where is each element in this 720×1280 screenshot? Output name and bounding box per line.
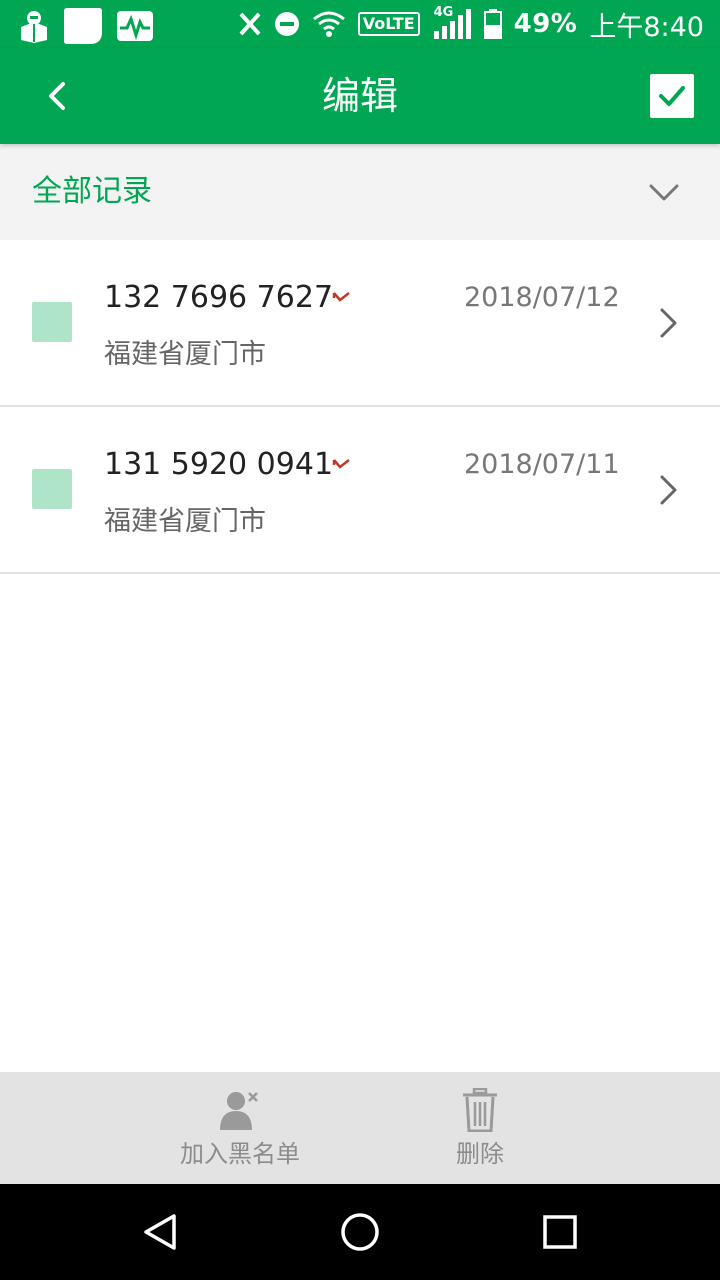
clock: 上午8:40	[589, 11, 704, 43]
delete-button[interactable]: 删除	[390, 1088, 570, 1178]
confirm-button[interactable]	[650, 74, 694, 118]
activity-monitor-icon	[117, 11, 153, 41]
missed-call-icon	[332, 292, 350, 302]
missed-call-icon	[332, 459, 350, 469]
back-arrow-icon	[49, 82, 65, 110]
phone-number: 131 5920 0941	[104, 447, 334, 482]
chevron-down-icon[interactable]	[648, 178, 680, 206]
record-filter[interactable]: 全部记录	[0, 144, 720, 240]
select-checkbox[interactable]	[32, 469, 72, 509]
blank-app-icon	[64, 8, 102, 44]
app-bar: 编辑	[0, 48, 720, 144]
status-left-icons	[18, 8, 154, 44]
list-item[interactable]: 132 7696 7627 福建省厦门市 2018/07/12	[0, 240, 720, 407]
call-date: 2018/07/12	[464, 282, 620, 313]
do-not-disturb-icon	[274, 12, 299, 36]
notification-app-icon	[21, 11, 47, 43]
nav-home-icon[interactable]	[336, 1208, 384, 1256]
list-item[interactable]: 131 5920 0941 福建省厦门市 2018/07/11	[0, 407, 720, 574]
trash-icon	[463, 1088, 497, 1132]
battery-icon	[483, 9, 502, 39]
call-record-list: 132 7696 7627 福建省厦门市 2018/07/12 131 5920…	[0, 240, 720, 574]
block-user-icon	[220, 1092, 258, 1130]
wifi-icon	[312, 11, 345, 37]
status-right-icons: VoLTE 4G 49% 上午8:40	[238, 5, 704, 43]
nav-back-icon[interactable]	[136, 1208, 184, 1256]
nav-recents-icon[interactable]	[536, 1208, 584, 1256]
signal-4g-icon: 4G	[432, 5, 472, 39]
back-button[interactable]	[36, 72, 84, 120]
bottom-action-bar: 加入黑名单 删除	[0, 1072, 720, 1184]
x-icon	[239, 12, 261, 36]
phone-location: 福建省厦门市	[104, 339, 266, 370]
phone-number: 132 7696 7627	[104, 280, 334, 315]
call-date: 2018/07/11	[464, 449, 620, 480]
status-bar: VoLTE 4G 49% 上午8:40	[0, 0, 720, 48]
battery-percent: 49%	[513, 9, 578, 39]
select-checkbox[interactable]	[32, 302, 72, 342]
add-to-blacklist-button[interactable]: 加入黑名单	[150, 1088, 330, 1178]
delete-label: 删除	[456, 1140, 504, 1168]
add-to-blacklist-label: 加入黑名单	[180, 1140, 300, 1168]
phone-location: 福建省厦门市	[104, 506, 266, 537]
volte-icon: VoLTE	[357, 12, 420, 36]
chevron-right-icon[interactable]	[656, 473, 680, 507]
page-title: 编辑	[321, 74, 398, 118]
checkmark-icon	[659, 86, 685, 106]
filter-label: 全部记录	[32, 174, 152, 209]
chevron-right-icon[interactable]	[656, 306, 680, 340]
system-nav-bar	[0, 1184, 720, 1280]
